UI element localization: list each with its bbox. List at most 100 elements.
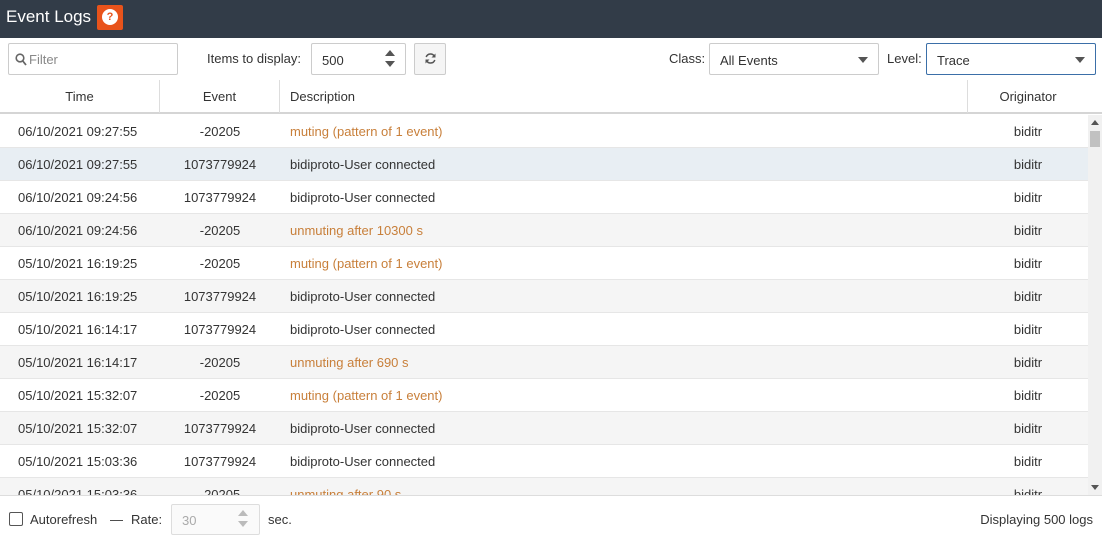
cell-description: muting (pattern of 1 event)	[290, 388, 443, 403]
table-row[interactable]: 05/10/2021 15:03:36 -20205 unmuting after …	[0, 478, 1088, 495]
cell-event: -20205	[199, 388, 241, 403]
table-row[interactable]: 05/10/2021 15:32:07 -20205 muting (pattern…	[0, 379, 1088, 412]
cell-event: 1073779924	[183, 190, 257, 205]
column-header-time[interactable]: Time	[0, 80, 160, 113]
column-header-event[interactable]: Event	[160, 80, 280, 113]
vertical-scrollbar[interactable]	[1088, 115, 1102, 495]
cell-description: bidiproto-User connected	[290, 322, 436, 337]
cell-event: 1073779924	[183, 421, 257, 436]
cell-description: bidiproto-User connected	[290, 190, 436, 205]
question-circle-icon: ?	[102, 9, 118, 25]
cell-time: 06/10/2021 09:24:56	[18, 190, 138, 205]
level-label: Level:	[887, 51, 922, 66]
cell-description: bidiproto-User connected	[290, 421, 436, 436]
table-row[interactable]: 05/10/2021 15:03:36 1073779924 bidiproto-U…	[0, 445, 1088, 478]
cell-originator: biditr	[1013, 388, 1043, 403]
cell-originator: biditr	[1013, 157, 1043, 172]
scroll-up-icon[interactable]	[1091, 120, 1099, 125]
cell-description: bidiproto-User connected	[290, 157, 436, 172]
column-header-description[interactable]: Description	[280, 80, 968, 113]
cell-originator: biditr	[1013, 124, 1043, 139]
items-to-display-stepper[interactable]: 500	[311, 43, 406, 75]
search-icon	[15, 53, 27, 66]
cell-time: 06/10/2021 09:24:56	[18, 223, 138, 238]
table-header: Time Event Description Originator	[0, 80, 1102, 114]
cell-originator: biditr	[1013, 256, 1043, 271]
table-row[interactable]: 06/10/2021 09:27:55 1073779924 bidiproto-U…	[0, 148, 1088, 181]
cell-originator: biditr	[1013, 355, 1043, 370]
cell-time: 05/10/2021 15:32:07	[18, 388, 138, 403]
cell-event: 1073779924	[183, 322, 257, 337]
level-select[interactable]: Trace	[926, 43, 1096, 75]
stepper-arrows-icon[interactable]	[383, 48, 397, 70]
title-bar: Event Logs ?	[0, 0, 1102, 38]
cell-originator: biditr	[1013, 487, 1043, 495]
rate-label: Rate:	[131, 512, 163, 527]
class-select-value: All Events	[720, 53, 778, 68]
help-button[interactable]: ?	[97, 5, 123, 30]
cell-description: bidiproto-User connected	[290, 454, 436, 469]
cell-description: muting (pattern of 1 event)	[290, 256, 443, 271]
cell-originator: biditr	[1013, 421, 1043, 436]
rate-stepper[interactable]: 30	[171, 504, 260, 535]
status-text: Displaying 500 logs	[980, 512, 1093, 527]
cell-time: 05/10/2021 16:19:25	[18, 256, 138, 271]
cell-event: 1073779924	[183, 157, 257, 172]
cell-originator: biditr	[1013, 190, 1043, 205]
level-select-value: Trace	[937, 53, 970, 68]
table-row[interactable]: 05/10/2021 16:14:17 -20205 unmuting after …	[0, 346, 1088, 379]
cell-event: 1073779924	[183, 289, 257, 304]
cell-time: 05/10/2021 15:32:07	[18, 421, 138, 436]
cell-originator: biditr	[1013, 322, 1043, 337]
rate-unit: sec.	[268, 512, 292, 527]
items-to-display-value: 500	[322, 53, 344, 68]
refresh-button[interactable]	[414, 43, 446, 75]
cell-description: unmuting after 10300 s	[290, 223, 423, 238]
caret-down-icon	[1075, 57, 1085, 63]
stepper-arrows-icon[interactable]	[236, 508, 250, 530]
refresh-icon	[425, 53, 436, 64]
cell-event: -20205	[199, 256, 241, 271]
cell-description: muting (pattern of 1 event)	[290, 124, 443, 139]
filter-input[interactable]	[29, 45, 175, 73]
cell-event: 1073779924	[183, 454, 257, 469]
cell-time: 06/10/2021 09:27:55	[18, 124, 138, 139]
caret-down-icon	[858, 57, 868, 63]
class-label: Class:	[669, 51, 706, 66]
cell-originator: biditr	[1013, 454, 1043, 469]
footer-bar: Autorefresh — Rate: 30 sec. Displaying 5…	[0, 495, 1102, 538]
class-select[interactable]: All Events	[709, 43, 879, 75]
cell-originator: biditr	[1013, 289, 1043, 304]
cell-time: 05/10/2021 16:14:17	[18, 355, 138, 370]
cell-event: -20205	[199, 124, 241, 139]
cell-event: -20205	[199, 355, 241, 370]
cell-originator: biditr	[1013, 223, 1043, 238]
window-title: Event Logs	[6, 7, 92, 26]
cell-description: unmuting after 690 s	[290, 355, 409, 370]
table-row[interactable]: 05/10/2021 16:14:17 1073779924 bidiproto-U…	[0, 313, 1088, 346]
cell-time: 05/10/2021 16:19:25	[18, 289, 138, 304]
cell-description: bidiproto-User connected	[290, 289, 436, 304]
separator-dash: —	[110, 512, 123, 527]
rate-value: 30	[182, 513, 197, 528]
scroll-down-icon[interactable]	[1091, 485, 1099, 490]
items-to-display-label: Items to display:	[207, 51, 301, 66]
table-row[interactable]: 06/10/2021 09:24:56 -20205 unmuting after …	[0, 214, 1088, 247]
autorefresh-checkbox[interactable]	[9, 512, 23, 526]
column-header-originator[interactable]: Originator	[968, 80, 1088, 113]
table-row[interactable]: 06/10/2021 09:24:56 1073779924 bidiproto-U…	[0, 181, 1088, 214]
cell-time: 06/10/2021 09:27:55	[18, 157, 138, 172]
cell-time: 05/10/2021 16:14:17	[18, 322, 138, 337]
scrollbar-thumb[interactable]	[1090, 131, 1100, 147]
autorefresh-label: Autorefresh	[30, 512, 98, 527]
cell-time: 05/10/2021 15:03:36	[18, 454, 138, 469]
cell-time: 05/10/2021 15:03:36	[18, 487, 138, 495]
table-row[interactable]: 05/10/2021 16:19:25 1073779924 bidiproto-U…	[0, 280, 1088, 313]
event-log-table: 06/10/2021 09:27:55 -20205 muting (pattern…	[0, 115, 1088, 495]
filter-field[interactable]	[8, 43, 178, 75]
cell-description: unmuting after 90 s	[290, 487, 402, 495]
table-row[interactable]: 05/10/2021 15:32:07 1073779924 bidiproto-U…	[0, 412, 1088, 445]
cell-event: -20205	[199, 223, 241, 238]
table-row[interactable]: 06/10/2021 09:27:55 -20205 muting (pattern…	[0, 115, 1088, 148]
table-row[interactable]: 05/10/2021 16:19:25 -20205 muting (pattern…	[0, 247, 1088, 280]
